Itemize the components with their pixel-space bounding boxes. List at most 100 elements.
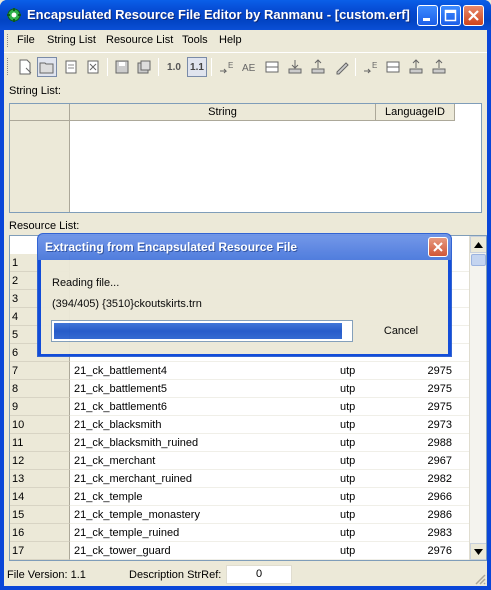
toolbar-separator	[107, 58, 108, 76]
minimize-button[interactable]	[417, 5, 438, 26]
row-number[interactable]: 11	[10, 434, 70, 452]
row-number[interactable]: 17	[10, 542, 70, 560]
save-disk-button[interactable]	[112, 57, 132, 77]
resource-type-cell[interactable]: utp	[340, 362, 380, 380]
resource-type-cell[interactable]: utp	[340, 542, 380, 560]
row-number[interactable]: 8	[10, 380, 70, 398]
new-erf-button[interactable]	[15, 57, 35, 77]
version-10-button[interactable]: 1.0	[164, 57, 184, 77]
resource-name-cell[interactable]: 21_ck_temple	[74, 488, 324, 506]
resource-type-cell[interactable]: utp	[340, 488, 380, 506]
scroll-thumb[interactable]	[471, 254, 486, 266]
resource-size-cell[interactable]: 2976	[390, 542, 452, 560]
dialog-close-button[interactable]	[428, 237, 448, 257]
resource-size-cell[interactable]: 2982	[390, 470, 452, 488]
scroll-down-button[interactable]	[470, 543, 486, 560]
resource-size-cell[interactable]: 2983	[390, 524, 452, 542]
menu-bar: File String List Resource List Tools Hel…	[4, 30, 487, 51]
edit-string-button[interactable]: AE	[239, 57, 259, 77]
cancel-button[interactable]: Cancel	[363, 319, 439, 343]
resource-name-cell[interactable]: 21_ck_merchant_ruined	[74, 470, 324, 488]
close-button[interactable]	[463, 5, 484, 26]
resource-type-cell[interactable]: utp	[340, 380, 380, 398]
row-number[interactable]: 9	[10, 398, 70, 416]
add-resource-button[interactable]: E	[360, 57, 380, 77]
string-column-header[interactable]: String	[70, 104, 376, 121]
import-icon	[288, 60, 302, 74]
open-erf-icon	[39, 62, 54, 74]
menu-resource-list[interactable]: Resource List	[106, 34, 173, 46]
add-resource-icon: E	[364, 61, 377, 74]
row-number[interactable]: 15	[10, 506, 70, 524]
resource-name-cell[interactable]: 21_ck_blacksmith_ruined	[74, 434, 324, 452]
close-doc-button[interactable]	[83, 57, 103, 77]
resource-name-cell[interactable]: 21_ck_blacksmith	[74, 416, 324, 434]
languageid-column-header[interactable]: LanguageID	[376, 104, 455, 121]
resource-size-cell[interactable]: 2975	[390, 380, 452, 398]
resource-type-cell[interactable]: utp	[340, 434, 380, 452]
save-as-icon	[137, 60, 151, 74]
resize-grip-icon[interactable]	[474, 573, 486, 585]
export-resource-button[interactable]	[429, 57, 449, 77]
toolbar-grip	[7, 58, 10, 75]
resource-size-cell[interactable]: 2966	[390, 488, 452, 506]
save-button[interactable]	[61, 57, 81, 77]
version-11-button[interactable]: 1.1	[187, 57, 207, 77]
scroll-up-button[interactable]	[470, 236, 486, 253]
dialog-detail-text: (394/405) {3510}ckoutskirts.trn	[52, 298, 202, 310]
menu-help[interactable]: Help	[219, 34, 242, 46]
resource-size-cell[interactable]: 2988	[390, 434, 452, 452]
resource-type-cell[interactable]: utp	[340, 398, 380, 416]
open-erf-button[interactable]	[37, 57, 57, 77]
row-number[interactable]: 16	[10, 524, 70, 542]
add-string-icon: E	[220, 61, 233, 74]
resource-size-cell[interactable]: 2973	[390, 416, 452, 434]
resource-size-cell[interactable]: 2975	[390, 398, 452, 416]
export-icon	[311, 59, 325, 74]
menu-tools[interactable]: Tools	[182, 34, 208, 46]
resource-name-cell[interactable]: 21_ck_battlement6	[74, 398, 324, 416]
description-strref-field[interactable]: 0	[226, 565, 292, 584]
row-number[interactable]: 10	[10, 416, 70, 434]
resource-type-cell[interactable]: utp	[340, 524, 380, 542]
resource-size-cell[interactable]: 2967	[390, 452, 452, 470]
resource-name-cell[interactable]: 21_ck_battlement5	[74, 380, 324, 398]
status-bar: File Version: 1.1 Description StrRef: 0	[4, 563, 487, 586]
import-resource-button[interactable]	[406, 57, 426, 77]
edit-resource-button[interactable]	[383, 57, 403, 77]
rename-button[interactable]	[332, 57, 352, 77]
menu-file[interactable]: File	[17, 34, 35, 46]
menu-string-list[interactable]: String List	[47, 34, 96, 46]
export-button[interactable]	[308, 57, 328, 77]
maximize-button[interactable]	[440, 5, 461, 26]
resource-name-cell[interactable]: 21_ck_battlement4	[74, 362, 324, 380]
import-button[interactable]	[285, 57, 305, 77]
row-number[interactable]: 7	[10, 362, 70, 380]
resource-size-cell[interactable]: 2986	[390, 506, 452, 524]
resource-size-cell[interactable]: 2975	[390, 362, 452, 380]
row-number[interactable]: 12	[10, 452, 70, 470]
resource-type-cell[interactable]: utp	[340, 470, 380, 488]
progress-fill	[54, 323, 342, 339]
resource-type-cell[interactable]: utp	[340, 452, 380, 470]
save-icon	[65, 60, 77, 74]
resource-name-cell[interactable]: 21_ck_temple_monastery	[74, 506, 324, 524]
resource-scrollbar[interactable]	[469, 236, 486, 560]
delete-string-button[interactable]	[262, 57, 282, 77]
add-string-button[interactable]: E	[216, 57, 236, 77]
resource-name-cell[interactable]: 21_ck_tower_guard	[74, 542, 324, 560]
row-number[interactable]: 14	[10, 488, 70, 506]
row-number[interactable]: 13	[10, 470, 70, 488]
resource-name-cell[interactable]: 21_ck_merchant	[74, 452, 324, 470]
string-list-grid[interactable]: String LanguageID	[9, 103, 482, 213]
toolbar-separator	[158, 58, 159, 76]
title-bar[interactable]: Encapsulated Resource File Editor by Ran…	[0, 0, 491, 30]
extract-progress-bar	[51, 320, 353, 342]
minimize-icon	[423, 18, 430, 21]
resource-name-cell[interactable]: 21_ck_temple_ruined	[74, 524, 324, 542]
delete-string-icon	[265, 61, 279, 73]
resource-type-cell[interactable]: utp	[340, 506, 380, 524]
dialog-title-bar[interactable]: Extracting from Encapsulated Resource Fi…	[38, 234, 451, 260]
save-as-button[interactable]	[134, 57, 154, 77]
resource-type-cell[interactable]: utp	[340, 416, 380, 434]
